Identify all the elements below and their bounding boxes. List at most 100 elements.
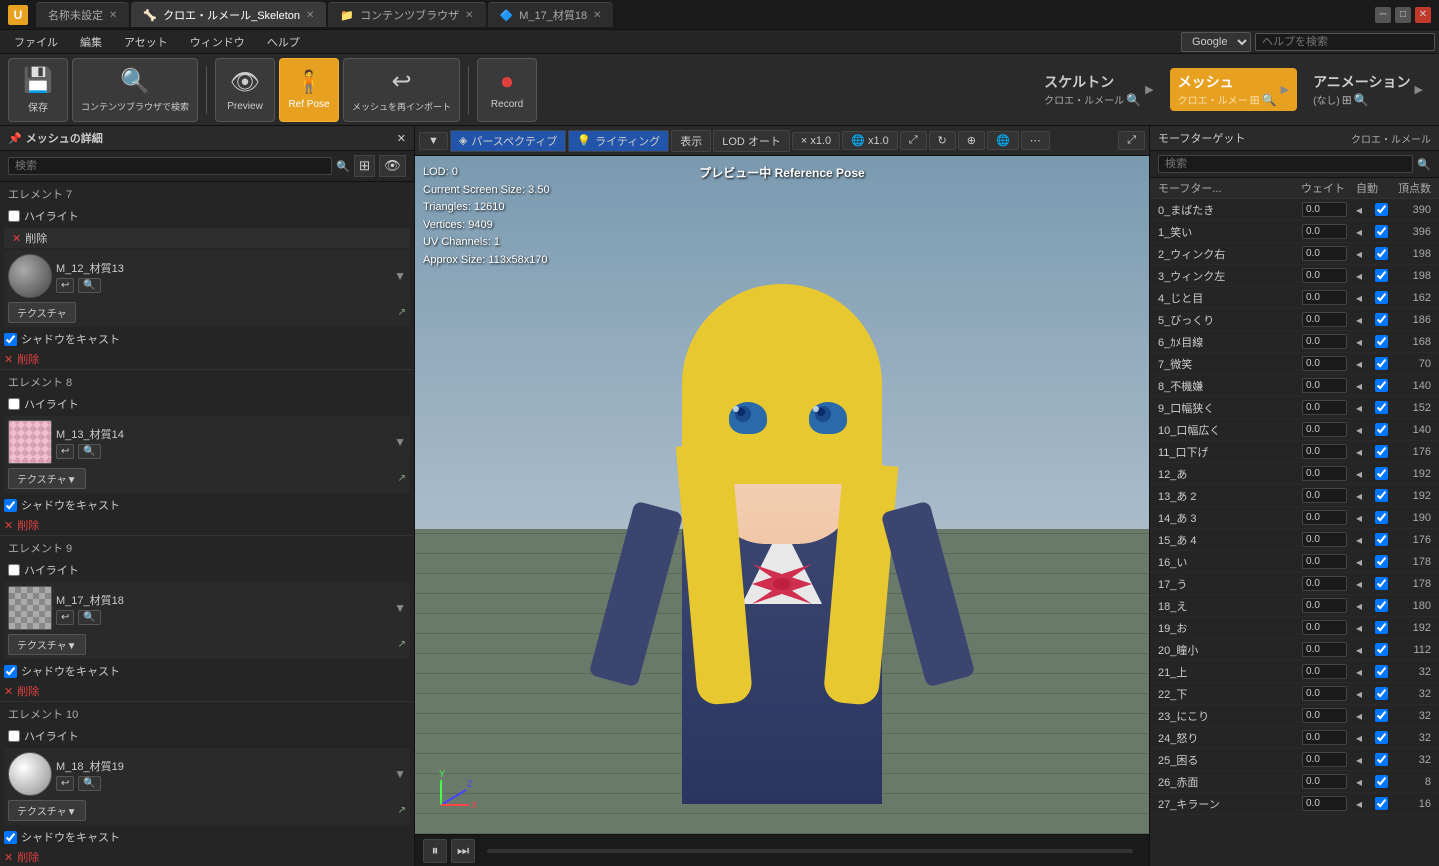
vp-lighting-btn[interactable]: 💡 ライティング [568,130,669,152]
vp-scale-btn[interactable]: ⊕ [958,131,985,150]
menu-help[interactable]: ヘルプ [257,32,310,52]
vp-world-btn[interactable]: 🌐 [987,131,1019,150]
record-button[interactable]: ⏺ Record [477,58,537,122]
morph-auto-checkbox-23[interactable] [1375,709,1388,722]
morph-weight-0[interactable] [1302,202,1347,217]
morph-weight-27[interactable] [1302,796,1347,811]
material-search-btn-10[interactable]: 🔍 [78,776,100,791]
morph-auto-checkbox-17[interactable] [1375,577,1388,590]
shadow-checkbox-8[interactable] [4,499,17,512]
left-panel-close-icon[interactable]: ✕ [397,132,406,145]
morph-auto-checkbox-10[interactable] [1375,423,1388,436]
morph-auto-checkbox-18[interactable] [1375,599,1388,612]
vp-max-btn[interactable]: ⤢ [1118,131,1145,150]
vp-dropdown-btn[interactable]: ▼ [419,132,448,150]
minimize-button[interactable]: ─ [1375,7,1391,23]
expand-btn-8[interactable]: ▼ [394,435,406,449]
morph-weight-10[interactable] [1302,422,1347,437]
morph-auto-checkbox-20[interactable] [1375,643,1388,656]
preview-button[interactable]: 👁 Preview [215,58,275,122]
vp-view-btn[interactable]: 表示 [671,130,711,152]
material-back-btn-9[interactable]: ↩ [56,610,74,625]
morph-auto-checkbox-2[interactable] [1375,247,1388,260]
morph-weight-1[interactable] [1302,224,1347,239]
morph-auto-checkbox-1[interactable] [1375,225,1388,238]
morph-weight-21[interactable] [1302,664,1347,679]
morph-weight-6[interactable] [1302,334,1347,349]
highlight-checkbox-10[interactable] [8,730,20,742]
morph-weight-3[interactable] [1302,268,1347,283]
menu-asset[interactable]: アセット [114,32,178,52]
delete-section-8[interactable]: ✕ 削除 [0,515,414,535]
highlight-checkbox-9[interactable] [8,564,20,576]
shadow-checkbox-7[interactable] [4,333,17,346]
vp-x1-btn-1[interactable]: × x1.0 [792,132,840,150]
save-button[interactable]: 💾 保存 [8,58,68,122]
refpose-button[interactable]: 🧍 Ref Pose [279,58,339,122]
morph-weight-26[interactable] [1302,774,1347,789]
menu-window[interactable]: ウィンドウ [180,32,255,52]
morph-auto-checkbox-13[interactable] [1375,489,1388,502]
morph-weight-7[interactable] [1302,356,1347,371]
delete-section-9[interactable]: ✕ 削除 [0,681,414,701]
maximize-button[interactable]: □ [1395,7,1411,23]
delete-icon-7[interactable]: ✕ [12,232,21,245]
highlight-checkbox-8[interactable] [8,398,20,410]
morph-auto-checkbox-8[interactable] [1375,379,1388,392]
morph-auto-checkbox-7[interactable] [1375,357,1388,370]
help-search-input[interactable] [1255,33,1435,51]
material-search-btn-7[interactable]: 🔍 [78,278,100,293]
morph-weight-14[interactable] [1302,510,1347,525]
expand-btn-9[interactable]: ▼ [394,601,406,615]
texture-btn-8[interactable]: テクスチャ▼ [8,468,86,489]
morph-auto-checkbox-0[interactable] [1375,203,1388,216]
material-search-btn-9[interactable]: 🔍 [78,610,100,625]
expand-btn-10[interactable]: ▼ [394,767,406,781]
close-button[interactable]: ✕ [1415,7,1431,23]
morph-auto-checkbox-22[interactable] [1375,687,1388,700]
texture-btn-10[interactable]: テクスチャ▼ [8,800,86,821]
view-toggle-button[interactable]: ⊞ [354,155,375,177]
material-back-btn-10[interactable]: ↩ [56,776,74,791]
tab-material[interactable]: 🔷 M_17_材質18 ✕ [488,2,614,27]
vp-move-btn[interactable]: ⤢ [900,131,927,150]
search-provider-dropdown[interactable]: Google [1181,32,1251,52]
play-pause-button[interactable]: ⏸ [423,839,447,863]
vp-rotate-btn[interactable]: ↻ [929,131,956,150]
tab-content-browser[interactable]: 📁 コンテンツブラウザ ✕ [328,2,485,27]
morph-weight-23[interactable] [1302,708,1347,723]
morph-weight-15[interactable] [1302,532,1347,547]
tab-close-material[interactable]: ✕ [593,10,601,21]
morph-weight-8[interactable] [1302,378,1347,393]
filter-button[interactable]: 👁 [379,155,406,177]
morph-auto-checkbox-19[interactable] [1375,621,1388,634]
morph-weight-13[interactable] [1302,488,1347,503]
morph-auto-checkbox-25[interactable] [1375,753,1388,766]
tab-close-browser[interactable]: ✕ [465,10,473,21]
morph-auto-checkbox-6[interactable] [1375,335,1388,348]
vp-extra-btn[interactable]: ⋯ [1021,131,1050,150]
search-content-button[interactable]: 🔍 コンテンツブラウザで検索 [72,58,198,122]
morph-weight-19[interactable] [1302,620,1347,635]
morph-auto-checkbox-5[interactable] [1375,313,1388,326]
texture-btn-9[interactable]: テクスチャ▼ [8,634,86,655]
morph-auto-checkbox-27[interactable] [1375,797,1388,810]
morph-auto-checkbox-16[interactable] [1375,555,1388,568]
morph-weight-11[interactable] [1302,444,1347,459]
shadow-checkbox-10[interactable] [4,831,17,844]
tab-skeleton[interactable]: 🦴 クロエ・ルメール_Skeleton ✕ [131,2,326,27]
reimport-button[interactable]: ↩ メッシュを再インポート [343,58,460,122]
morph-auto-checkbox-3[interactable] [1375,269,1388,282]
morph-weight-22[interactable] [1302,686,1347,701]
morph-weight-18[interactable] [1302,598,1347,613]
texture-btn-7[interactable]: テクスチャ [8,302,76,323]
morph-weight-9[interactable] [1302,400,1347,415]
morph-auto-checkbox-24[interactable] [1375,731,1388,744]
mesh-section[interactable]: メッシュ クロエ・ルメー ⊞ 🔍 ▶ [1170,68,1297,111]
left-panel-search-input[interactable] [8,157,332,175]
morph-auto-checkbox-21[interactable] [1375,665,1388,678]
morph-auto-checkbox-15[interactable] [1375,533,1388,546]
morph-auto-checkbox-14[interactable] [1375,511,1388,524]
morph-auto-checkbox-11[interactable] [1375,445,1388,458]
highlight-checkbox-7[interactable] [8,210,20,222]
